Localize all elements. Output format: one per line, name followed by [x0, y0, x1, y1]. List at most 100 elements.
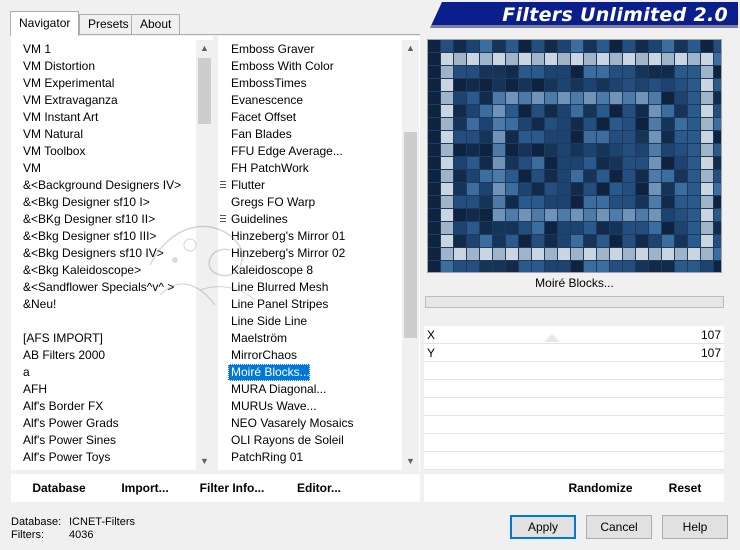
filter-item[interactable]: MURA Diagonal...: [228, 381, 326, 398]
preview-tile: [597, 79, 609, 91]
preview-tile: [688, 79, 700, 91]
category-item[interactable]: Alf's Power Toys: [20, 449, 110, 466]
help-button[interactable]: Help: [662, 515, 728, 539]
watermark-flourish-icon: [149, 225, 256, 306]
filter-item[interactable]: NEO Vasarely Mosaics: [228, 415, 353, 432]
filter-item[interactable]: Evanescence: [228, 92, 303, 109]
category-item[interactable]: VM Extravaganza: [20, 92, 118, 109]
category-item[interactable]: VM 1: [20, 41, 51, 58]
filter-item[interactable]: Facet Offset: [228, 109, 296, 126]
preview-tile: [506, 183, 518, 195]
preview-tile: [467, 144, 479, 156]
category-item[interactable]: &<Bkg Designer sf10 III>: [20, 228, 156, 245]
filter-item[interactable]: EmbossTimes: [228, 75, 307, 92]
preview-tile: [454, 92, 466, 104]
preview-tile: [532, 66, 544, 78]
category-item[interactable]: Alf's Border FX: [20, 398, 103, 415]
filter-item[interactable]: Fan Blades: [228, 126, 292, 143]
preview-tile: [519, 222, 531, 234]
category-item[interactable]: VM Distortion: [20, 58, 95, 75]
preview-tile: [636, 144, 648, 156]
preview-tile: [493, 170, 505, 182]
category-scroll-thumb[interactable]: [198, 58, 211, 124]
preview-tile: [662, 131, 674, 143]
filter-info-button[interactable]: Filter Info...: [195, 477, 269, 499]
filter-item[interactable]: MirrorChaos: [228, 347, 297, 364]
import-button[interactable]: Import...: [114, 477, 176, 499]
preview-tile: [714, 131, 721, 143]
category-item[interactable]: VM Instant Art: [20, 109, 98, 126]
control-row-x[interactable]: X 107: [424, 327, 724, 344]
control-row-y[interactable]: Y 107: [424, 345, 724, 362]
filter-item[interactable]: OLI Rayons de Soleil: [228, 432, 344, 449]
scroll-down-arrow-icon[interactable]: ▼: [402, 453, 419, 470]
filter-item[interactable]: Flutter: [228, 177, 265, 194]
filter-item[interactable]: MURUs Wave...: [228, 398, 317, 415]
preview-tile: [480, 209, 492, 221]
preview-tile: [675, 248, 687, 260]
filter-item[interactable]: Emboss Graver: [228, 41, 314, 58]
status-filters-label: Filters:: [11, 529, 44, 541]
preview-tile: [532, 131, 544, 143]
preview-tile: [428, 261, 440, 272]
preview-tile: [493, 40, 505, 52]
category-item[interactable]: Alf's Power Sines: [20, 432, 116, 449]
filter-item[interactable]: PatchRing 01: [228, 449, 303, 466]
preview-tile: [701, 66, 713, 78]
tab-navigator[interactable]: Navigator: [10, 11, 80, 36]
filter-item[interactable]: Maelström: [228, 330, 287, 347]
category-item[interactable]: AFH: [20, 381, 47, 398]
category-item[interactable]: a: [20, 364, 30, 381]
scroll-up-arrow-icon[interactable]: ▲: [196, 40, 213, 57]
control-row-empty: [424, 417, 724, 434]
preview-tile: [662, 261, 674, 272]
category-item[interactable]: VM Experimental: [20, 75, 114, 92]
current-filter-name: Moiré Blocks...: [535, 276, 614, 290]
category-item[interactable]: [AFS IMPORT]: [20, 330, 103, 347]
preview-tile: [545, 157, 557, 169]
category-item[interactable]: &<Background Designers IV>: [20, 177, 181, 194]
filter-item[interactable]: FFU Edge Average...: [228, 143, 343, 160]
preview-tile: [636, 118, 648, 130]
category-item[interactable]: [20, 313, 23, 330]
filter-scrollbar[interactable]: ▲ ▼: [402, 40, 419, 470]
scroll-up-arrow-icon[interactable]: ▲: [402, 40, 419, 57]
preview-tile: [662, 196, 674, 208]
preview-tile: [545, 144, 557, 156]
preview-tile: [571, 53, 583, 65]
category-item[interactable]: VM: [20, 160, 41, 177]
filter-scroll-thumb[interactable]: [404, 132, 417, 338]
category-item[interactable]: VM Toolbox: [20, 143, 85, 160]
preview-tile: [701, 170, 713, 182]
preview-tile: [428, 222, 440, 234]
category-item[interactable]: AB Filters 2000: [20, 347, 105, 364]
category-item[interactable]: VM Natural: [20, 126, 83, 143]
apply-button[interactable]: Apply: [510, 515, 576, 539]
category-item[interactable]: &Neu!: [20, 296, 56, 313]
filter-item[interactable]: Moiré Blocks...: [228, 364, 310, 381]
preview-tile: [519, 183, 531, 195]
tab-presets[interactable]: Presets: [79, 14, 138, 34]
category-item[interactable]: &<Bkg Designer sf10 I>: [20, 194, 150, 211]
preview-tile: [558, 66, 570, 78]
reset-button[interactable]: Reset: [660, 477, 710, 499]
preview-tile: [506, 222, 518, 234]
database-button[interactable]: Database: [24, 477, 94, 499]
preview-tile: [675, 209, 687, 221]
category-item[interactable]: Alf's Power Grads: [20, 415, 119, 432]
preview-tile: [584, 222, 596, 234]
randomize-button[interactable]: Randomize: [563, 477, 638, 499]
preview-tile: [571, 118, 583, 130]
preview-tile: [571, 144, 583, 156]
preview-tile: [675, 131, 687, 143]
scroll-down-arrow-icon[interactable]: ▼: [196, 453, 213, 470]
filter-item[interactable]: Emboss With Color: [228, 58, 334, 75]
category-item[interactable]: &<Bkg Kaleidoscope>: [20, 262, 141, 279]
preview-tile: [610, 170, 622, 182]
cancel-button[interactable]: Cancel: [586, 515, 652, 539]
filter-item[interactable]: FH PatchWork: [228, 160, 309, 177]
category-item[interactable]: &<BKg Designer sf10 II>: [20, 211, 155, 228]
preview-image: [428, 40, 721, 272]
tab-about[interactable]: About: [131, 14, 181, 34]
editor-button[interactable]: Editor...: [289, 477, 349, 499]
